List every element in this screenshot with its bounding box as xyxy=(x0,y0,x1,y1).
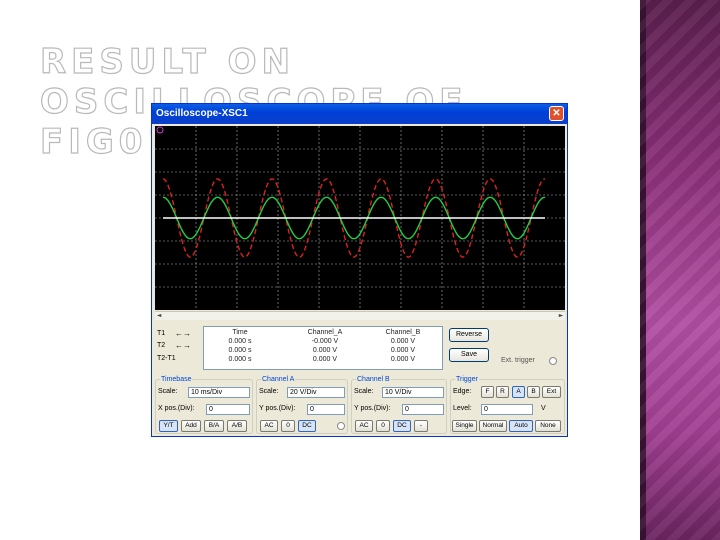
trigger-edge-rising-button[interactable]: R xyxy=(496,386,509,398)
trigger-single-button[interactable]: Single xyxy=(452,420,477,432)
readout-header: Channel_A xyxy=(307,329,343,336)
timebase-xpos-label: X pos.(Div): xyxy=(158,405,195,412)
mode-ab-button[interactable]: A/B xyxy=(227,420,247,432)
channel-a-group: Channel A Scale: 20 V/Div Y pos.(Div): 0… xyxy=(256,375,348,434)
readout-cell: 0.000 V xyxy=(390,356,416,363)
trigger-edge-label: Edge: xyxy=(453,388,472,395)
trigger-none-button[interactable]: None xyxy=(535,420,561,432)
trigger-group: Trigger Edge: F R A B Ext Level: 0 V Sin… xyxy=(450,375,565,434)
readout-col-time: Time 0.000 s 0.000 s 0.000 s xyxy=(210,328,270,364)
cursor-controls: T1 ←→ T2 ←→ T2-T1 xyxy=(155,326,201,368)
readout-col-channel-b: Channel_B 0.000 V 0.000 V 0.000 V xyxy=(368,328,438,364)
trigger-source-ext-button[interactable]: Ext xyxy=(542,386,561,398)
close-icon[interactable]: ✕ xyxy=(549,106,564,121)
channel-b-scale-field[interactable]: 10 V/Div xyxy=(382,387,444,398)
scope-display xyxy=(155,126,565,310)
decorative-side-band xyxy=(640,0,720,540)
readout-cell: 0.000 s xyxy=(228,338,252,345)
ext-trigger-radio[interactable] xyxy=(549,357,557,365)
readout-cell: 0.000 V xyxy=(312,347,338,354)
channel-a-ac-button[interactable]: AC xyxy=(260,420,278,432)
timebase-scale-field[interactable]: 10 ms/Div xyxy=(188,387,250,398)
cursor-diff-label: T2-T1 xyxy=(157,355,176,362)
readout-cell: 0.000 V xyxy=(390,338,416,345)
cursor-t2-label: T2 xyxy=(157,342,166,349)
trigger-normal-button[interactable]: Normal xyxy=(479,420,507,432)
reverse-button[interactable]: Reverse xyxy=(449,328,489,342)
readout-cell: 0.000 V xyxy=(390,347,416,354)
window-title: Oscilloscope-XSC1 xyxy=(156,108,248,119)
channel-a-title: Channel A xyxy=(261,375,296,384)
scope-scrollbar[interactable]: ◄ ► xyxy=(155,311,565,320)
mode-yt-button[interactable]: Y/T xyxy=(159,420,178,432)
scroll-right-icon[interactable]: ► xyxy=(557,312,565,320)
channel-b-ypos-field[interactable]: 0 xyxy=(402,404,444,415)
mode-add-button[interactable]: Add xyxy=(181,420,201,432)
trigger-level-field[interactable]: 0 xyxy=(481,404,533,415)
readout-cell: 0.000 V xyxy=(312,356,338,363)
channel-b-ac-button[interactable]: AC xyxy=(355,420,373,432)
cursor-marker-icon[interactable] xyxy=(156,126,164,134)
cursor-t1-label: T1 xyxy=(157,330,166,337)
trigger-title: Trigger xyxy=(455,375,479,384)
channel-b-dc-button[interactable]: DC xyxy=(393,420,411,432)
oscilloscope-window: Oscilloscope-XSC1 ✕ ◄ ► T1 ←→ T2 ←→ T2-T… xyxy=(151,103,568,437)
scroll-left-icon[interactable]: ◄ xyxy=(155,312,163,320)
trigger-source-b-button[interactable]: B xyxy=(527,386,540,398)
ext-trigger-label: Ext. trigger xyxy=(501,357,535,364)
channel-b-scale-label: Scale: xyxy=(354,388,374,395)
channel-a-scale-field[interactable]: 20 V/Div xyxy=(287,387,345,398)
channel-b-title: Channel B xyxy=(356,375,391,384)
readout-cell: 0.000 s xyxy=(228,356,252,363)
channel-b-invert-button[interactable]: - xyxy=(414,420,428,432)
channel-a-ypos-field[interactable]: 0 xyxy=(307,404,345,415)
mode-ba-button[interactable]: B/A xyxy=(204,420,224,432)
channel-b-zero-button[interactable]: 0 xyxy=(376,420,390,432)
readout-header: Time xyxy=(232,329,248,336)
trigger-auto-button[interactable]: Auto xyxy=(509,420,533,432)
readout-cell: 0.000 s xyxy=(228,347,252,354)
channel-b-group: Channel B Scale: 10 V/Div Y pos.(Div): 0… xyxy=(351,375,447,434)
timebase-scale-label: Scale: xyxy=(158,388,178,395)
readout-header: Channel_B xyxy=(385,329,421,336)
readout-cell: -0.000 V xyxy=(311,338,339,345)
trigger-edge-falling-button[interactable]: F xyxy=(481,386,494,398)
timebase-title: Timebase xyxy=(160,375,193,384)
channel-a-scale-label: Scale: xyxy=(259,388,279,395)
trigger-level-label: Level: xyxy=(453,405,472,412)
trigger-level-unit[interactable]: V xyxy=(541,404,546,414)
channel-a-ypos-label: Y pos.(Div): xyxy=(259,405,296,412)
trigger-source-a-button[interactable]: A xyxy=(512,386,525,398)
readout-col-channel-a: Channel_A -0.000 V 0.000 V 0.000 V xyxy=(290,328,360,364)
channel-a-zero-button[interactable]: 0 xyxy=(281,420,295,432)
timebase-xpos-field[interactable]: 0 xyxy=(206,404,250,415)
scope-plot xyxy=(155,126,565,310)
measurement-readout: Time 0.000 s 0.000 s 0.000 s Channel_A -… xyxy=(203,326,443,370)
timebase-group: Timebase Scale: 10 ms/Div X pos.(Div): 0… xyxy=(155,375,253,434)
save-button[interactable]: Save xyxy=(449,348,489,362)
channel-a-dc-button[interactable]: DC xyxy=(298,420,316,432)
cursor-t2-arrows-icon[interactable]: ←→ xyxy=(175,340,199,351)
cursor-t1-arrows-icon[interactable]: ←→ xyxy=(175,328,199,339)
window-titlebar[interactable]: Oscilloscope-XSC1 ✕ xyxy=(152,104,567,124)
channel-a-radio[interactable] xyxy=(337,422,345,430)
control-panel: T1 ←→ T2 ←→ T2-T1 Time 0.000 s 0.000 s 0… xyxy=(155,322,565,434)
channel-b-ypos-label: Y pos.(Div): xyxy=(354,405,391,412)
